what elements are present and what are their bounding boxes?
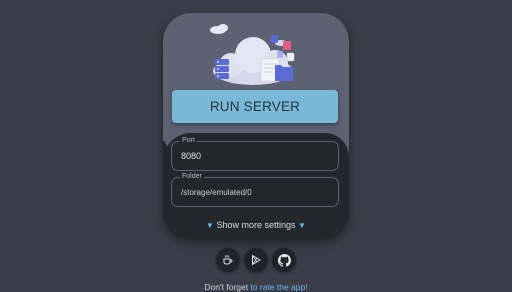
rate-app-link[interactable]: to rate the app! [250, 282, 307, 292]
coffee-button[interactable] [216, 248, 240, 272]
show-more-settings-toggle[interactable]: ▼ Show more settings ▼ [163, 220, 349, 230]
port-field[interactable]: Port 8080 [171, 136, 339, 171]
github-button[interactable] [272, 248, 296, 272]
play-store-button[interactable] [244, 248, 268, 272]
folder-field[interactable]: Folder /storage/emulated/0 [171, 172, 339, 207]
footer-prefix: Don't forget [204, 282, 251, 292]
show-more-settings-label: Show more settings [216, 220, 296, 230]
github-icon [277, 253, 291, 267]
server-card: RUN SERVER Port 8080 Folder /storage/emu… [163, 13, 349, 239]
cloud-server-illustration [210, 24, 295, 85]
play-store-icon [252, 255, 261, 265]
run-server-button[interactable]: RUN SERVER [172, 90, 338, 123]
coffee-icon [223, 255, 233, 265]
footer-note: Don't forget to rate the app! [0, 282, 512, 292]
port-label: Port [180, 136, 197, 145]
folder-value: /storage/emulated/0 [181, 188, 252, 197]
chevron-down-icon: ▼ [298, 221, 306, 230]
chevron-down-icon: ▼ [206, 221, 214, 230]
folder-label: Folder [180, 172, 204, 181]
port-value: 8080 [181, 151, 202, 161]
